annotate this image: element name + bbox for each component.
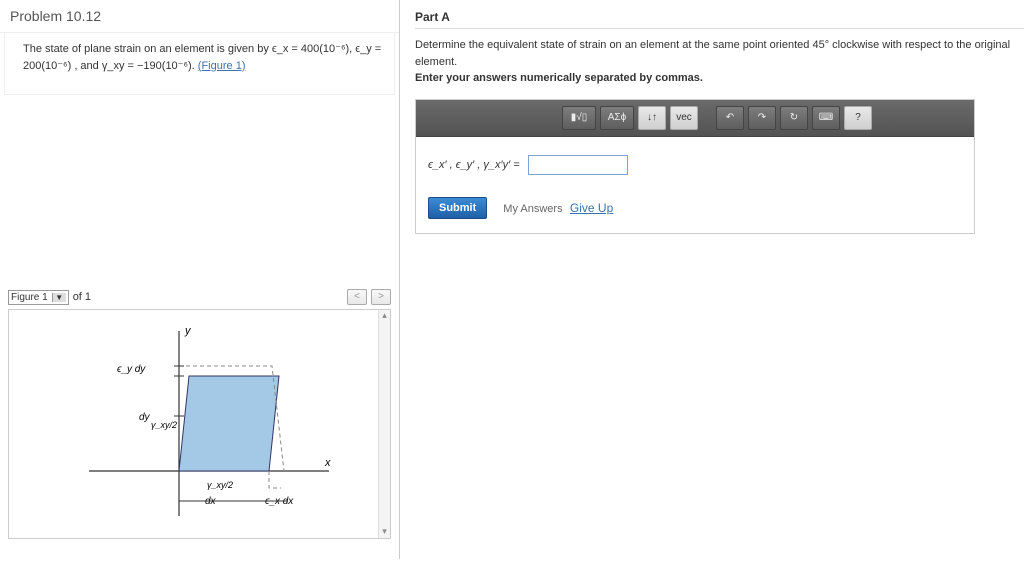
part-instruction-line1: Determine the equivalent state of strain… [415,37,1024,70]
redo-button[interactable]: ↷ [748,106,776,130]
figure-select-label: Figure 1 [11,292,48,303]
scroll-down-icon[interactable]: ▾ [379,526,390,538]
label-gxy2a: γ_xy/2 [151,420,177,430]
figure-of-label: of 1 [73,291,91,303]
axis-y-label: y [184,325,192,337]
figure-link[interactable]: (Figure 1) [198,60,246,72]
figure-scrollbar[interactable]: ▴ ▾ [378,310,390,538]
figure-next-button[interactable]: > [371,289,391,305]
give-up-link[interactable]: Give Up [570,201,613,215]
problem-statement: The state of plane strain on an element … [4,33,395,95]
figure-prev-button[interactable]: < [347,289,367,305]
label-gxy2b: γ_xy/2 [207,480,233,490]
stmt-prefix: The state of plane strain on an element … [23,43,272,55]
help-button[interactable]: ? [844,106,872,130]
answer-input[interactable] [528,155,628,175]
problem-title: Problem 10.12 [0,0,399,33]
chevron-down-icon[interactable]: ▼ [52,293,66,302]
keyboard-button[interactable]: ⌨ [812,106,840,130]
stmt-ex: ϵ_x = 400(10⁻⁶) [272,43,349,55]
label-eydy: ϵ_y dy [117,364,146,375]
figure-select[interactable]: Figure 1 ▼ [8,290,69,305]
answer-variables-label: ϵ_x′ , ϵ_y′ , γ_x′y′ = [428,159,520,171]
scroll-up-icon[interactable]: ▴ [379,310,390,322]
part-instruction-line2: Enter your answers numerically separated… [415,70,1024,87]
axis-x-label: x [324,457,331,469]
figure-toolbar: Figure 1 ▼ of 1 < > [0,285,399,309]
submit-button[interactable]: Submit [428,197,487,219]
answer-box: ▮√▯ ΑΣϕ ↓↑ vec ↶ ↷ ↻ ⌨ ? ϵ_x′ , ϵ_y′ , γ… [415,99,975,234]
part-heading: Part A [415,0,1024,29]
figure-panel: y x ϵ_y dy dy γ_xy/2 γ_xy/2 dx ϵ_x dx ▴ … [8,309,391,539]
equation-toolbar: ▮√▯ ΑΣϕ ↓↑ vec ↶ ↷ ↻ ⌨ ? [416,100,974,137]
figure-diagram: y x ϵ_y dy dy γ_xy/2 γ_xy/2 dx ϵ_x dx [29,316,369,531]
label-dy: dy [139,412,151,423]
tool-updown-button[interactable]: ↓↑ [638,106,666,130]
undo-button[interactable]: ↶ [716,106,744,130]
reset-button[interactable]: ↻ [780,106,808,130]
my-answers-link[interactable]: My Answers [503,203,562,215]
stmt-and: , and [74,60,102,72]
tool-templates-button[interactable]: ▮√▯ [562,106,596,130]
stmt-gamma: γ_xy = −190(10⁻⁶) [102,60,192,72]
tool-greek-button[interactable]: ΑΣϕ [600,106,634,130]
tool-vec-button[interactable]: vec [670,106,698,130]
